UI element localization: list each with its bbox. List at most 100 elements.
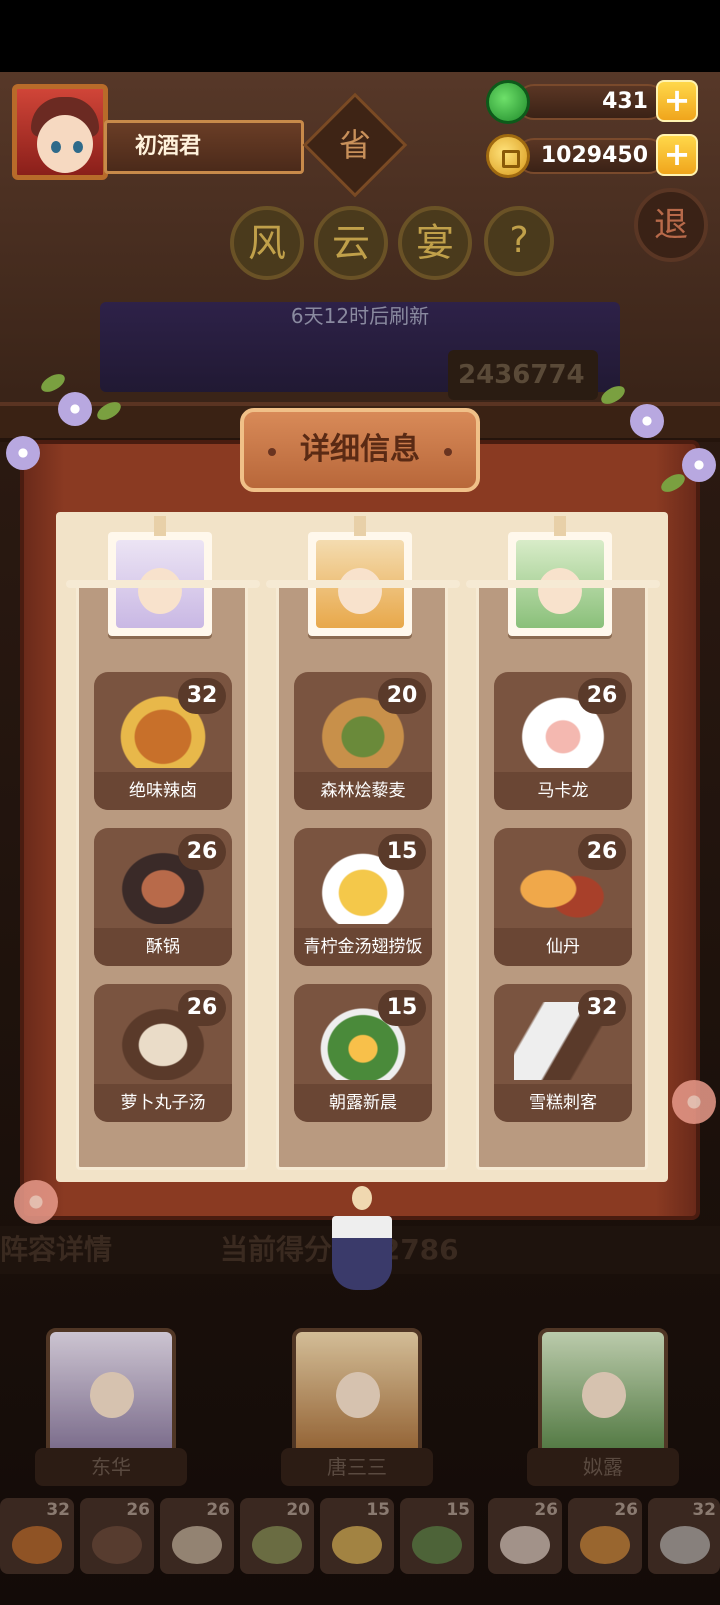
refresh-timer: 6天12时后刷新 xyxy=(290,304,430,328)
event-title-char: 云 xyxy=(314,206,388,280)
flower-decoration xyxy=(58,392,92,426)
gem-value: 431 xyxy=(602,89,648,114)
dish-level: 15 xyxy=(378,990,426,1026)
dish-card[interactable]: 15 朝露新晨 xyxy=(294,984,432,1122)
flower-decoration xyxy=(682,448,716,482)
add-coins-button[interactable]: + xyxy=(656,134,698,176)
coin-counter: 1029450 + xyxy=(486,134,698,178)
mini-dish-level: 26 xyxy=(206,1500,230,1520)
help-button[interactable]: ? xyxy=(484,206,554,276)
dish-thumb xyxy=(12,1526,62,1564)
dish-name: 绝味辣卤 xyxy=(94,772,232,810)
dish-level: 32 xyxy=(578,990,626,1026)
dish-card[interactable]: 20 森林烩藜麦 xyxy=(294,672,432,810)
dish-card[interactable]: 32 雪糕刺客 xyxy=(494,984,632,1122)
pin xyxy=(354,516,366,536)
flower-decoration xyxy=(6,436,40,470)
dish-thumb xyxy=(500,1526,550,1564)
mini-dish[interactable]: 15 xyxy=(400,1498,474,1574)
dish-thumb xyxy=(92,1526,142,1564)
plum-blossom-decoration xyxy=(672,1080,716,1124)
hero-card[interactable] xyxy=(46,1328,176,1458)
hanging-rod xyxy=(466,580,660,588)
avatar-face xyxy=(37,115,93,173)
hanging-rod xyxy=(66,580,260,588)
character-face xyxy=(336,1372,380,1418)
panel-title: 详细信息 xyxy=(240,408,480,492)
dish-name: 酥锅 xyxy=(94,928,232,966)
mini-dish-level: 26 xyxy=(126,1500,150,1520)
plum-blossom-decoration xyxy=(14,1180,58,1224)
event-title-char: 风 xyxy=(230,206,304,280)
dish-level: 26 xyxy=(578,678,626,714)
dish-thumb xyxy=(580,1526,630,1564)
copper-coin-icon xyxy=(486,134,530,178)
jade-gem-icon xyxy=(486,80,530,124)
dish-level: 26 xyxy=(178,834,226,870)
dish-name: 雪糕刺客 xyxy=(494,1084,632,1122)
hero-card[interactable] xyxy=(292,1328,422,1458)
mini-dish[interactable]: 32 xyxy=(0,1498,74,1574)
province-badge[interactable]: 省 xyxy=(318,108,392,182)
dish-card[interactable]: 15 青柠金汤翅捞饭 xyxy=(294,828,432,966)
character-face xyxy=(338,568,382,614)
dish-thumb xyxy=(252,1526,302,1564)
tassel-tail xyxy=(332,1216,392,1290)
hero-name: 姒露 xyxy=(527,1448,679,1486)
dish-level: 26 xyxy=(578,834,626,870)
character-face xyxy=(582,1372,626,1418)
dish-level: 15 xyxy=(378,834,426,870)
dish-level: 26 xyxy=(178,990,226,1026)
player-name: 初酒君 xyxy=(104,120,304,174)
dish-card[interactable]: 26 马卡龙 xyxy=(494,672,632,810)
gem-counter: 431 + xyxy=(486,80,698,124)
hero-name: 唐三三 xyxy=(281,1448,433,1486)
mini-dish-level: 26 xyxy=(534,1500,558,1520)
dish-name: 森林烩藜麦 xyxy=(294,772,432,810)
mini-dish-level: 32 xyxy=(692,1500,716,1520)
mini-dish-level: 15 xyxy=(366,1500,390,1520)
hero-card[interactable] xyxy=(538,1328,668,1458)
mini-dish[interactable]: 20 xyxy=(240,1498,314,1574)
background-score: 2436774 xyxy=(448,350,598,400)
dish-thumb xyxy=(172,1526,222,1564)
dish-thumb xyxy=(660,1526,710,1564)
lineup-details-label: 阵容详情 xyxy=(0,1233,113,1266)
dish-level: 20 xyxy=(378,678,426,714)
character-face xyxy=(90,1372,134,1418)
avatar-eye xyxy=(51,141,61,153)
mini-dish[interactable]: 15 xyxy=(320,1498,394,1574)
player-avatar[interactable] xyxy=(12,84,108,180)
tassel-knot xyxy=(352,1186,372,1210)
mini-dish-level: 15 xyxy=(446,1500,470,1520)
mini-dish-level: 26 xyxy=(614,1500,638,1520)
dish-card[interactable]: 26 萝卜丸子汤 xyxy=(94,984,232,1122)
dish-card[interactable]: 26 仙丹 xyxy=(494,828,632,966)
hero-name: 东华 xyxy=(35,1448,187,1486)
dish-name: 朝露新晨 xyxy=(294,1084,432,1122)
mini-dish[interactable]: 26 xyxy=(488,1498,562,1574)
hanging-rod xyxy=(266,580,460,588)
dish-name: 仙丹 xyxy=(494,928,632,966)
mini-dish[interactable]: 26 xyxy=(568,1498,642,1574)
pin xyxy=(554,516,566,536)
dish-name: 青柠金汤翅捞饭 xyxy=(294,928,432,966)
mini-dish[interactable]: 26 xyxy=(80,1498,154,1574)
dish-card[interactable]: 32 绝味辣卤 xyxy=(94,672,232,810)
dish-thumb xyxy=(412,1526,462,1564)
mini-dish[interactable]: 32 xyxy=(648,1498,720,1574)
tassel-ornament xyxy=(326,1186,398,1296)
mini-dish[interactable]: 26 xyxy=(160,1498,234,1574)
dish-name: 马卡龙 xyxy=(494,772,632,810)
mini-dish-level: 32 xyxy=(46,1500,70,1520)
exit-button[interactable]: 退 xyxy=(634,188,708,262)
dish-card[interactable]: 26 酥锅 xyxy=(94,828,232,966)
dish-thumb xyxy=(332,1526,382,1564)
mini-dish-level: 20 xyxy=(286,1500,310,1520)
add-gems-button[interactable]: + xyxy=(656,80,698,122)
character-face xyxy=(538,568,582,614)
avatar-eye xyxy=(73,141,83,153)
coin-value: 1029450 xyxy=(540,143,648,168)
flower-decoration xyxy=(630,404,664,438)
dish-level: 32 xyxy=(178,678,226,714)
